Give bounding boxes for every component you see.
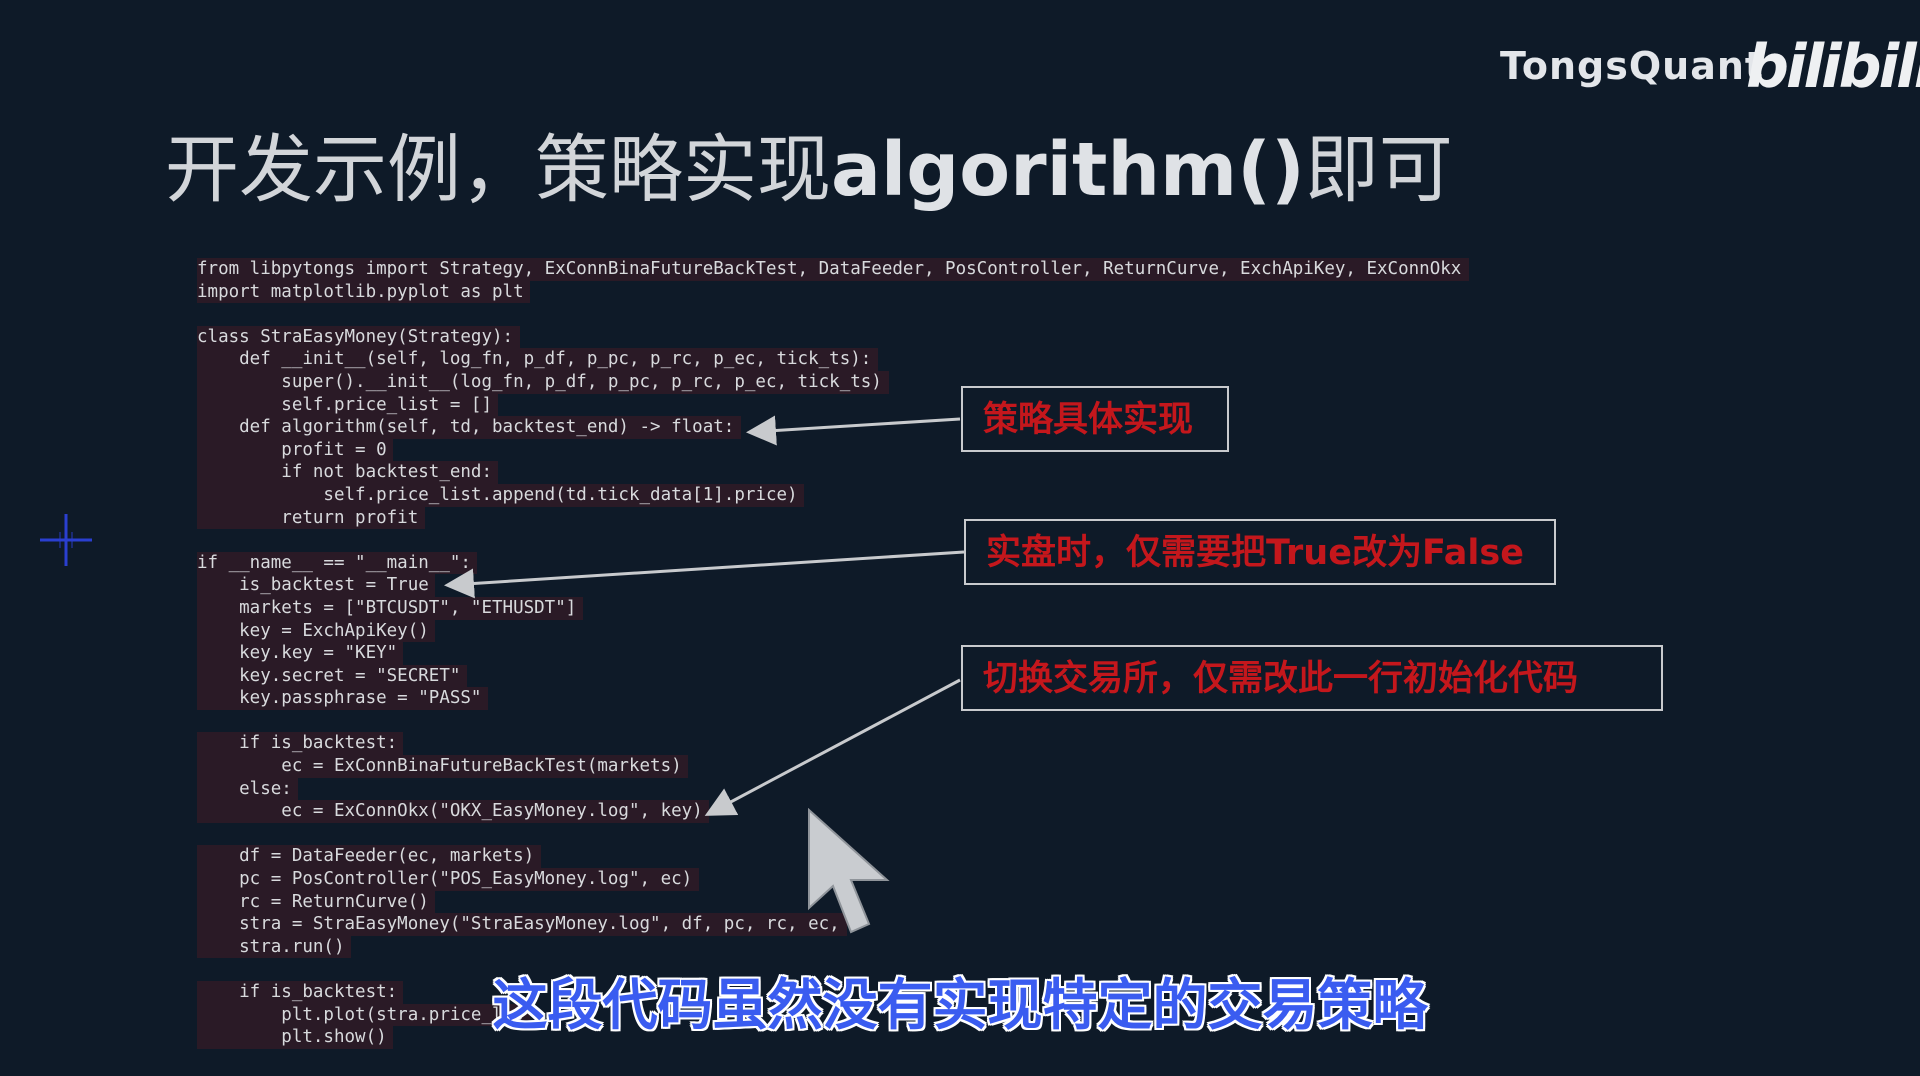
code-line-text: markets = ["BTCUSDT", "ETHUSDT"] xyxy=(197,597,577,618)
code-line-text: rc = ReturnCurve() xyxy=(197,891,429,912)
code-line: from libpytongs import Strategy, ExConnB… xyxy=(197,258,1469,281)
video-subtitle: 这段代码虽然没有实现特定的交易策略 xyxy=(492,973,1428,1037)
code-line-text: key.passphrase = "PASS" xyxy=(197,688,482,709)
code-line-text: stra = StraEasyMoney("StraEasyMoney.log"… xyxy=(197,914,840,935)
code-line: else: xyxy=(197,777,298,801)
code-line: def __init__(self, log_fn, p_df, p_pc, p… xyxy=(197,348,879,371)
code-line-text: stra.run() xyxy=(197,936,345,957)
mouse-pointer-icon xyxy=(808,808,890,934)
code-line-text: is_backtest = True xyxy=(197,575,429,596)
code-line: key.secret = "SECRET" xyxy=(197,664,467,688)
code-line: if __name__ == "__main__": xyxy=(197,551,478,575)
code-line: stra.run() xyxy=(197,935,351,959)
code-line: class StraEasyMoney(Strategy): xyxy=(197,325,520,349)
code-line-text: super().__init__(log_fn, p_df, p_pc, p_r… xyxy=(197,371,882,392)
code-line: self.price_list = [] xyxy=(197,393,499,417)
slide-title-code: algorithm() xyxy=(831,127,1305,213)
code-line-text: pc = PosController("POS_EasyMoney.log", … xyxy=(197,869,693,890)
code-line: ec = ExConnOkx("OKX_EasyMoney.log", key) xyxy=(197,800,710,823)
code-line-text: ec = ExConnOkx("OKX_EasyMoney.log", key) xyxy=(197,801,703,822)
code-line-text: if __name__ == "__main__": xyxy=(197,552,471,573)
slide-title-prefix: 开发示例，策略实现 xyxy=(165,127,831,213)
code-line: rc = ReturnCurve() xyxy=(197,890,436,914)
code-line-text: import matplotlib.pyplot as plt xyxy=(197,281,524,302)
code-line: self.price_list.append(td.tick_data[1].p… xyxy=(197,483,805,507)
code-line: is_backtest = True xyxy=(197,574,436,597)
brand-name: TongsQuant xyxy=(1500,44,1765,88)
code-line: df = DataFeeder(ec, markets) xyxy=(197,845,541,869)
brand-watermark: TongsQuant bilibili xyxy=(1500,32,1920,112)
bilibili-logo-icon: bilibili xyxy=(1746,32,1920,102)
code-line: key.passphrase = "PASS" xyxy=(197,687,488,710)
code-line: if is_backtest: xyxy=(197,732,404,756)
code-line-text: def __init__(self, log_fn, p_df, p_pc, p… xyxy=(197,349,872,370)
code-line: if not backtest_end: xyxy=(197,461,499,484)
code-line-text: key.secret = "SECRET" xyxy=(197,665,461,686)
code-line-text: def algorithm(self, td, backtest_end) ->… xyxy=(197,417,735,438)
code-line-text: profit = 0 xyxy=(197,439,387,460)
code-line: stra = StraEasyMoney("StraEasyMoney.log"… xyxy=(197,913,847,936)
code-line: def algorithm(self, td, backtest_end) ->… xyxy=(197,416,742,439)
code-line: pc = PosController("POS_EasyMoney.log", … xyxy=(197,868,699,891)
code-line: ec = ExConnBinaFutureBackTest(markets) xyxy=(197,755,689,778)
callout-live: 实盘时，仅需要把True改为False xyxy=(964,519,1556,585)
code-line: return profit xyxy=(197,506,425,530)
code-line-text: self.price_list.append(td.tick_data[1].p… xyxy=(197,484,798,505)
code-line: key.key = "KEY" xyxy=(197,642,404,665)
code-line: import matplotlib.pyplot as plt xyxy=(197,280,531,304)
callout-strategy: 策略具体实现 xyxy=(961,386,1229,452)
code-line-text: class StraEasyMoney(Strategy): xyxy=(197,326,514,347)
slide-title-suffix: 即可 xyxy=(1304,127,1453,213)
code-line-text: if not backtest_end: xyxy=(197,462,493,483)
code-line: profit = 0 xyxy=(197,438,393,462)
callout-exchange: 切换交易所，仅需改此一行初始化代码 xyxy=(961,645,1663,711)
code-line-text: ec = ExConnBinaFutureBackTest(markets) xyxy=(197,756,682,777)
code-line-text: return profit xyxy=(197,507,419,528)
code-line-text: self.price_list = [] xyxy=(197,394,493,415)
crosshair-icon xyxy=(40,514,92,566)
code-line-text: if is_backtest: xyxy=(197,733,398,754)
code-line-text: key.key = "KEY" xyxy=(197,643,398,664)
code-line-text: key = ExchApiKey() xyxy=(197,620,429,641)
code-line-text: df = DataFeeder(ec, markets) xyxy=(197,846,535,867)
slide-frame: TongsQuant bilibili 开发示例，策略实现algorithm()… xyxy=(0,0,1920,1076)
code-line: key = ExchApiKey() xyxy=(197,619,436,643)
slide-title: 开发示例，策略实现algorithm()即可 xyxy=(165,122,1585,218)
code-line: markets = ["BTCUSDT", "ETHUSDT"] xyxy=(197,596,583,620)
code-line-text: else: xyxy=(197,778,292,799)
code-line-text: from libpytongs import Strategy, ExConnB… xyxy=(197,259,1462,279)
code-line: super().__init__(log_fn, p_df, p_pc, p_r… xyxy=(197,370,889,394)
